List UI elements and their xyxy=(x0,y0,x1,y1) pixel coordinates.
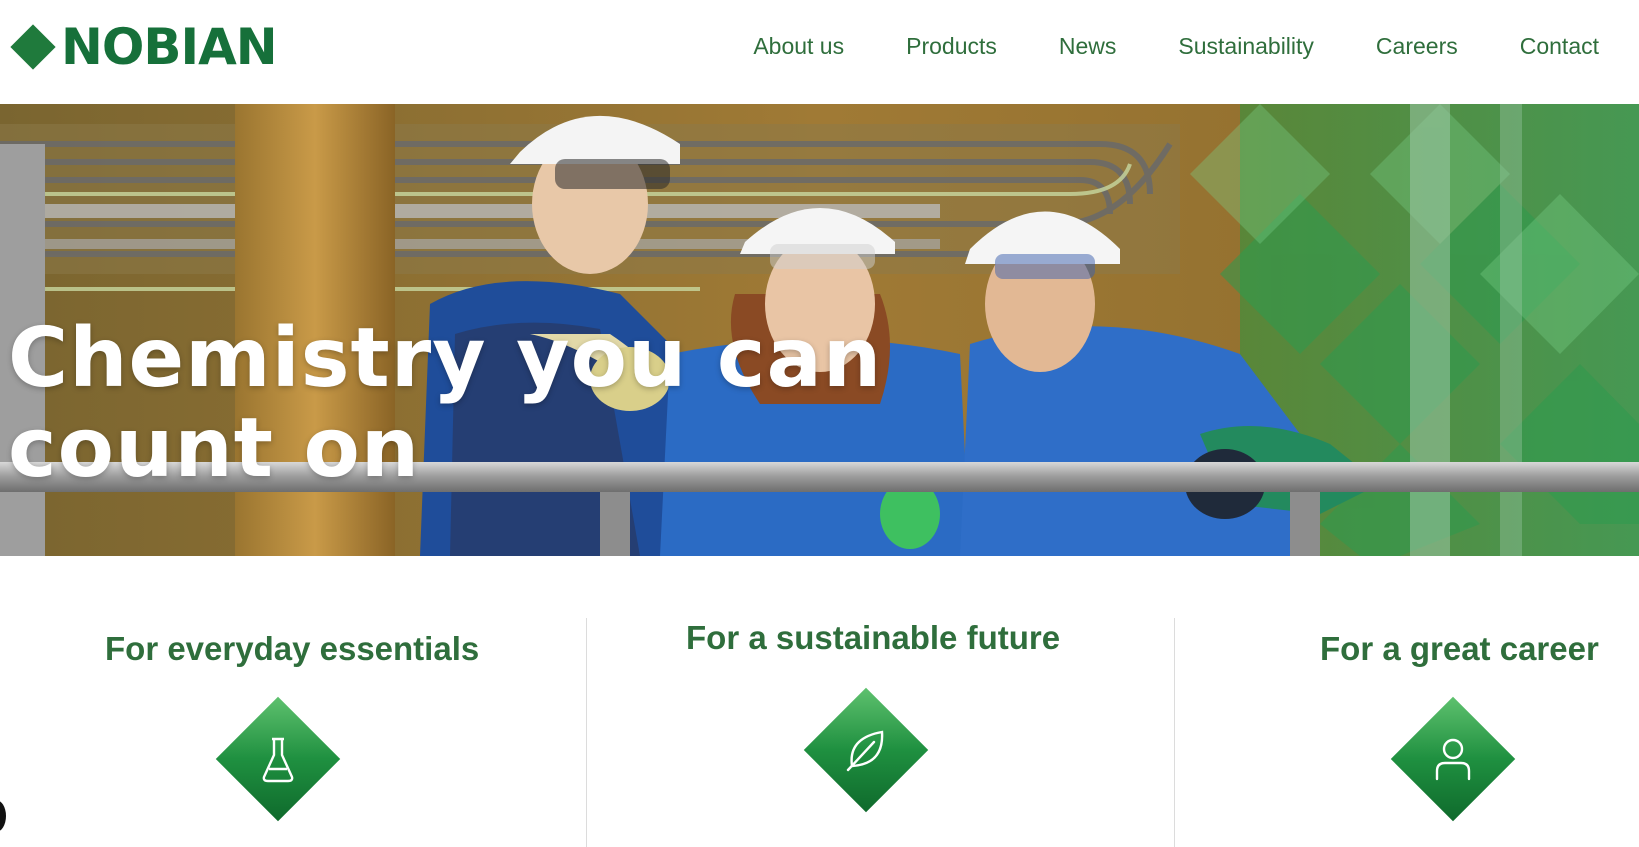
logo-text: NOBIAN xyxy=(61,18,278,76)
hero-headline: Chemistry you can count on xyxy=(8,314,882,494)
feature-everyday-essentials[interactable]: For everyday essentials xyxy=(0,556,586,847)
nav-about-us[interactable]: About us xyxy=(753,30,844,62)
hero-headline-line2: count on xyxy=(8,401,421,496)
logo-diamond-icon xyxy=(10,24,56,70)
main-nav: About us Products News Sustainability Ca… xyxy=(691,30,1599,62)
nav-sustainability[interactable]: Sustainability xyxy=(1178,30,1314,62)
nav-careers[interactable]: Careers xyxy=(1376,30,1458,62)
feature-title-career: For a great career xyxy=(1320,630,1599,667)
nav-news[interactable]: News xyxy=(1059,30,1117,62)
feature-title-sustainable: For a sustainable future xyxy=(686,619,1061,656)
feature-section: For everyday essentials For a sustainabl… xyxy=(0,556,1639,847)
site-header: NOBIAN About us Products News Sustainabi… xyxy=(0,0,1639,104)
person-icon xyxy=(1435,738,1471,781)
nobian-logo[interactable]: NOBIAN xyxy=(8,18,278,76)
nav-contact[interactable]: Contact xyxy=(1520,30,1599,62)
feature-sustainable-future[interactable]: For a sustainable future xyxy=(587,556,1174,847)
leaf-icon xyxy=(846,730,884,772)
hero-banner: Chemistry you can count on xyxy=(0,104,1639,556)
hero-headline-line1: Chemistry you can xyxy=(8,311,883,406)
feature-great-career[interactable]: For a great career xyxy=(1175,556,1639,847)
nav-products[interactable]: Products xyxy=(906,30,997,62)
feature-title-essentials: For everyday essentials xyxy=(105,630,480,667)
flask-icon xyxy=(262,737,294,783)
